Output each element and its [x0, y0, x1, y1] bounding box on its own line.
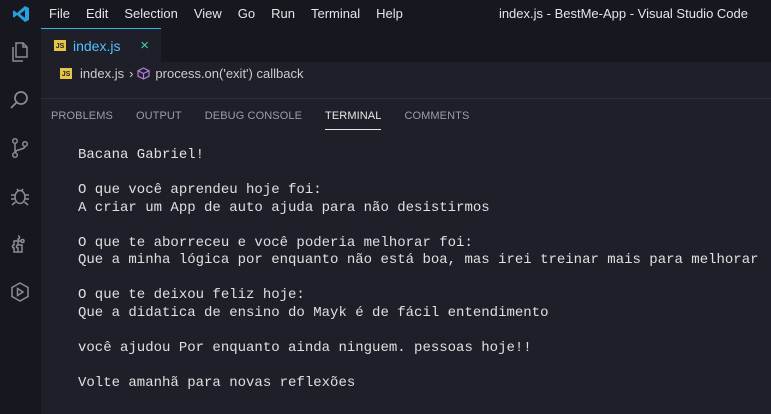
terminal-line: Volte amanhã para novas reflexões — [78, 374, 356, 391]
tab-terminal[interactable]: TERMINAL — [325, 108, 382, 130]
tab-comments[interactable]: COMMENTS — [404, 108, 469, 130]
remote-explorer-icon[interactable] — [6, 278, 34, 306]
window-title: index.js - BestMe-App - Visual Studio Co… — [498, 6, 748, 21]
menu-file[interactable]: File — [41, 0, 78, 28]
terminal-line: você ajudou Por enquanto ainda ninguem. … — [78, 339, 532, 356]
terminal-line: O que te aborreceu e você poderia melhor… — [78, 234, 473, 251]
activity-bar — [0, 28, 41, 414]
js-file-icon: JS — [60, 67, 72, 79]
menu-go[interactable]: Go — [230, 0, 263, 28]
menu-bar: File Edit Selection View Go Run Terminal… — [41, 0, 411, 28]
terminal-line: O que te deixou feliz hoje: — [78, 287, 305, 303]
editor-tab-bar: JS index.js × — [41, 28, 771, 62]
terminal-line: O que você aprendeu hoje foi: — [78, 182, 322, 198]
close-icon[interactable]: × — [140, 37, 149, 54]
tab-index-js[interactable]: JS index.js × — [41, 28, 161, 62]
terminal-line: Que a didatica de ensino do Mayk é de fá… — [78, 304, 549, 321]
chevron-right-icon: › — [129, 65, 134, 81]
menu-edit[interactable]: Edit — [78, 0, 116, 28]
tab-label: index.js — [73, 37, 121, 54]
panel-divider[interactable] — [41, 98, 771, 99]
menu-view[interactable]: View — [186, 0, 230, 28]
terminal-output[interactable]: Bacana Gabriel! O que você aprendeu hoje… — [78, 147, 768, 392]
terminal-line: Bacana Gabriel! — [78, 147, 205, 163]
run-debug-icon[interactable] — [6, 182, 34, 210]
menu-terminal[interactable]: Terminal — [303, 0, 368, 28]
title-bar: File Edit Selection View Go Run Terminal… — [0, 0, 771, 28]
menu-run[interactable]: Run — [263, 0, 303, 28]
js-file-icon: JS — [54, 40, 66, 51]
search-icon[interactable] — [6, 86, 34, 114]
editor-area: JS index.js × JS index.js › process.on('… — [41, 28, 771, 414]
terminal-line: A criar um App de auto ajuda para não de… — [78, 199, 490, 216]
tab-debug-console[interactable]: DEBUG CONSOLE — [205, 108, 302, 130]
menu-selection[interactable]: Selection — [116, 0, 185, 28]
explorer-icon[interactable] — [6, 38, 34, 66]
source-control-icon[interactable] — [6, 134, 34, 162]
breadcrumb-symbol[interactable]: process.on('exit') callback — [155, 66, 303, 81]
symbol-method-icon — [137, 66, 151, 80]
terminal-line: Que a minha lógica por enquanto não está… — [78, 252, 759, 268]
vscode-logo-icon[interactable] — [0, 0, 41, 28]
tab-problems[interactable]: PROBLEMS — [51, 108, 113, 130]
extensions-icon[interactable] — [6, 230, 34, 258]
panel-tabs: PROBLEMS OUTPUT DEBUG CONSOLE TERMINAL C… — [51, 108, 492, 132]
tab-output[interactable]: OUTPUT — [136, 108, 182, 130]
breadcrumb-file[interactable]: index.js — [80, 66, 124, 81]
menu-help[interactable]: Help — [368, 0, 411, 28]
breadcrumb: JS index.js › process.on('exit') callbac… — [41, 62, 771, 84]
